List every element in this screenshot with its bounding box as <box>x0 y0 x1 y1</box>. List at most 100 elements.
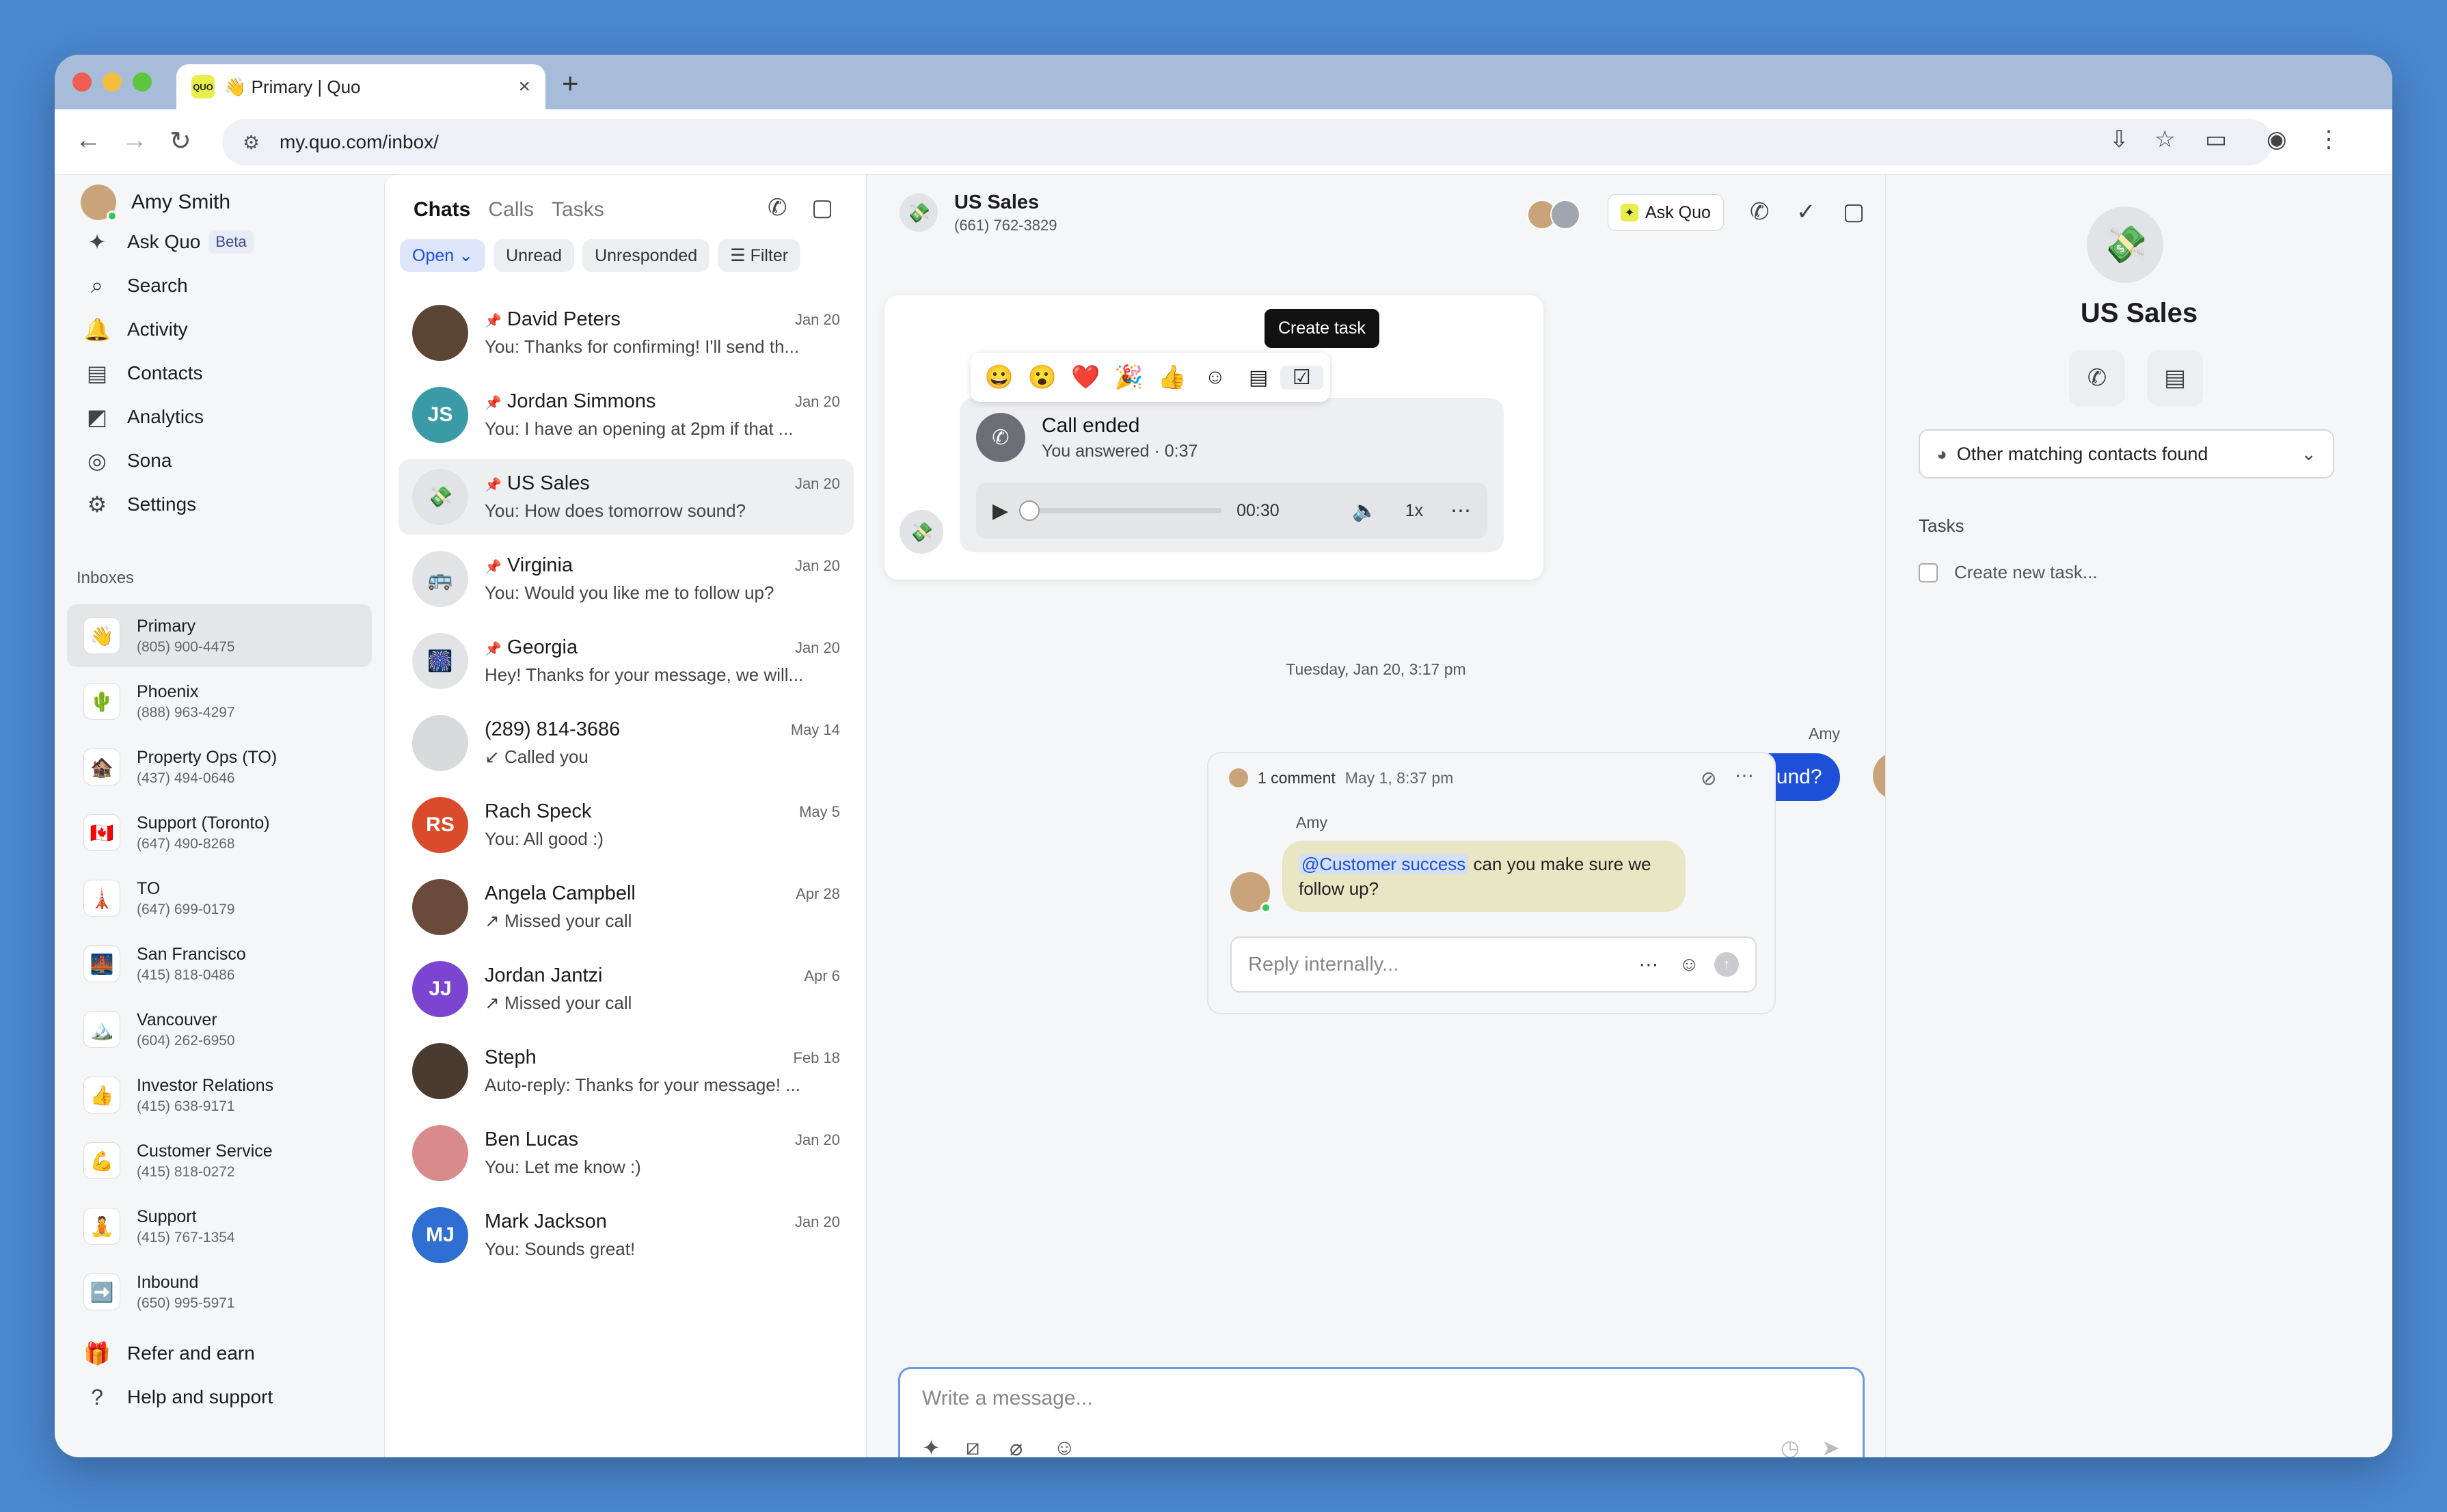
tab-chats[interactable]: Chats <box>414 198 470 221</box>
schedule-icon[interactable]: ◷ <box>1781 1435 1800 1457</box>
thread-more-icon[interactable]: ⋯ <box>1735 764 1754 787</box>
snippets-icon[interactable]: ⧄ <box>966 1435 979 1457</box>
sidebar-item-settings[interactable]: ⚙ Settings <box>83 488 197 521</box>
call-icon[interactable]: ✆ <box>2069 350 2125 406</box>
more-menu-icon[interactable]: ⋮ <box>2317 126 2340 153</box>
add-reaction-icon[interactable]: ☺ <box>1193 366 1236 389</box>
conversation-item[interactable]: Angela Campbell Apr 28 ↗ Missed your call <box>398 869 854 945</box>
send-icon[interactable]: ➤ <box>1822 1435 1840 1457</box>
maximize-window-button[interactable] <box>133 72 152 92</box>
new-tab-icon[interactable]: + <box>562 67 579 100</box>
mark-done-icon[interactable]: ✓ <box>1796 198 1816 226</box>
inbox-item[interactable]: 🌉 San Francisco (415) 818-0486 <box>67 932 372 995</box>
comment-icon[interactable]: ▤ <box>1237 366 1280 390</box>
participant-avatar[interactable] <box>1550 200 1580 230</box>
emoji-icon[interactable]: ☺ <box>1679 954 1699 976</box>
create-task-icon[interactable]: ☑ <box>1280 365 1323 390</box>
inbox-item[interactable]: 💪 Customer Service (415) 818-0272 <box>67 1129 372 1192</box>
conversation-item[interactable]: JS 📌 Jordan Simmons Jan 20 You: I have an op… <box>398 377 854 453</box>
conversation-item[interactable]: 📌 David Peters Jan 20 You: Thanks for confi… <box>398 295 854 370</box>
inbox-item[interactable]: 🇨🇦 Support (Toronto) (647) 490-8268 <box>67 801 372 864</box>
volume-icon[interactable]: 🔈 <box>1352 499 1377 523</box>
inbox-item[interactable]: 👍 Investor Relations (415) 638-9171 <box>67 1064 372 1126</box>
mention-tag[interactable]: @Customer success <box>1299 854 1469 874</box>
conversation-item[interactable]: 🎆 📌 Georgia Jan 20 Hey! Thanks for your mess… <box>398 623 854 699</box>
conversation-name: Angela Campbell <box>485 882 636 904</box>
browser-tab[interactable]: QUO 👋 Primary | Quo × <box>176 64 545 109</box>
inbox-item[interactable]: 🌵 Phoenix (888) 963-4297 <box>67 670 372 733</box>
open-filter[interactable]: Open ⌄ <box>400 239 486 272</box>
matching-contacts-dropdown[interactable]: ◕ Other matching contacts found ⌄ <box>1919 429 2334 478</box>
site-settings-icon[interactable]: ⚙ <box>243 131 265 153</box>
filter-button[interactable]: ☰ Filter <box>718 239 801 272</box>
reaction-grin[interactable]: 😀 <box>977 364 1020 391</box>
conversation-item[interactable]: Steph Feb 18 Auto-reply: Thanks for your m… <box>398 1034 854 1109</box>
create-task-row[interactable]: Create new task... <box>1919 562 2098 583</box>
conversation-item[interactable]: RS Rach Speck May 5 You: All good :) <box>398 787 854 863</box>
progress-knob[interactable] <box>1019 500 1040 521</box>
conversation-item[interactable]: (289) 814-3686 May 14 ↙ Called you <box>398 705 854 781</box>
conversation-item[interactable]: MJ Mark Jackson Jan 20 You: Sounds great! <box>398 1198 854 1273</box>
message-icon[interactable]: ▤ <box>2147 350 2203 406</box>
conversation-name: Rach Speck <box>485 800 592 822</box>
install-app-icon[interactable]: ⇩ <box>2109 126 2129 153</box>
inbox-item[interactable]: 🏚️ Property Ops (TO) (437) 494-0646 <box>67 735 372 798</box>
reaction-thumbs-up[interactable]: 👍 <box>1150 364 1193 391</box>
reaction-party[interactable]: 🎉 <box>1107 364 1150 391</box>
reply-more-icon[interactable]: ⋯ <box>1638 953 1658 977</box>
back-icon[interactable]: ← <box>75 126 101 155</box>
sidebar-footer-refer-and-earn[interactable]: 🎁 Refer and earn <box>83 1337 255 1370</box>
tab-tasks[interactable]: Tasks <box>552 198 604 221</box>
reaction-heart[interactable]: ❤️ <box>1064 364 1107 391</box>
sidebar-footer-help-and-support[interactable]: ? Help and support <box>83 1381 273 1414</box>
reply-internally-input[interactable]: Reply internally... ⋯ ☺ ↑ <box>1230 936 1757 993</box>
conversation-body: (289) 814-3686 May 14 ↙ Called you <box>485 718 840 768</box>
user-profile[interactable]: Amy Smith <box>81 185 230 221</box>
ask-quo-button[interactable]: ✦ Ask Quo <box>1608 194 1724 231</box>
conversation-item[interactable]: Ben Lucas Jan 20 You: Let me know :) <box>398 1116 854 1191</box>
emoji-icon[interactable]: ☺ <box>1053 1435 1076 1457</box>
conversation-item[interactable]: JJ Jordan Jantzi Apr 6 ↗ Missed your call <box>398 951 854 1027</box>
profile-icon[interactable]: ◉ <box>2267 126 2287 153</box>
sidebar-item-ask-quo[interactable]: ✦ Ask Quo Beta <box>83 226 254 258</box>
attachment-icon[interactable]: ⌀ <box>1010 1435 1023 1457</box>
sidebar-item-analytics[interactable]: ◩ Analytics <box>83 401 204 433</box>
reload-icon[interactable]: ↻ <box>170 126 191 157</box>
conversation-item[interactable]: 🚌 📌 Virginia Jan 20 You: Would you like me t… <box>398 541 854 617</box>
conversation-item[interactable]: 💸 📌 US Sales Jan 20 You: How does tomorrow s… <box>398 459 854 535</box>
bookmark-star-icon[interactable]: ☆ <box>2154 126 2175 153</box>
browser-window: QUO 👋 Primary | Quo × + ← → ↻ ⚙ my.quo.c… <box>55 55 2392 1457</box>
sidebar-item-activity[interactable]: 🔔 Activity <box>83 313 188 346</box>
audio-progress[interactable] <box>1019 500 1222 521</box>
tab-calls[interactable]: Calls <box>488 198 534 221</box>
inbox-item[interactable]: 👋 Primary (805) 900-4475 <box>67 604 372 667</box>
minimize-window-button[interactable] <box>103 72 122 92</box>
inbox-item[interactable]: ➡️ Inbound (650) 995-5971 <box>67 1260 372 1323</box>
snooze-icon[interactable]: ▢ <box>1843 198 1865 226</box>
new-call-icon[interactable]: ✆ <box>768 194 787 221</box>
call-icon[interactable]: ✆ <box>1750 198 1770 226</box>
close-window-button[interactable] <box>72 72 92 92</box>
ai-sparkles-icon[interactable]: ✦ <box>922 1435 941 1457</box>
playback-speed[interactable]: 1x <box>1405 501 1423 521</box>
sidebar-item-contacts[interactable]: ▤ Contacts <box>83 357 203 390</box>
play-icon[interactable]: ▶ <box>992 499 1008 523</box>
unread-filter[interactable]: Unread <box>494 239 575 272</box>
resolve-icon[interactable]: ⊘ <box>1701 767 1716 789</box>
close-tab-icon[interactable]: × <box>518 75 530 98</box>
new-message-icon[interactable]: ▢ <box>811 194 833 221</box>
inbox-item[interactable]: 🧘 Support (415) 767-1354 <box>67 1195 372 1258</box>
reaction-wow[interactable]: 😮 <box>1020 364 1064 391</box>
tab-search-icon[interactable]: ▭ <box>2205 126 2227 153</box>
player-more-icon[interactable]: ⋯ <box>1450 499 1471 523</box>
sidebar-item-search[interactable]: ⌕ Search <box>83 269 188 302</box>
forward-icon[interactable]: → <box>122 126 148 155</box>
inbox-item[interactable]: 🗼 TO (647) 699-0179 <box>67 867 372 930</box>
sidebar-item-sona[interactable]: ◎ Sona <box>83 444 172 477</box>
inbox-item[interactable]: 🏔️ Vancouver (604) 262-6950 <box>67 998 372 1061</box>
task-checkbox[interactable] <box>1919 563 1938 582</box>
address-bar[interactable]: ⚙ my.quo.com/inbox/ <box>222 119 2273 165</box>
unresponded-filter[interactable]: Unresponded <box>582 239 710 272</box>
send-reply-icon[interactable]: ↑ <box>1714 952 1739 977</box>
message-composer[interactable]: Write a message... ✦ ⧄ ⌀ ☺ ◷ ➤ <box>898 1367 1865 1457</box>
